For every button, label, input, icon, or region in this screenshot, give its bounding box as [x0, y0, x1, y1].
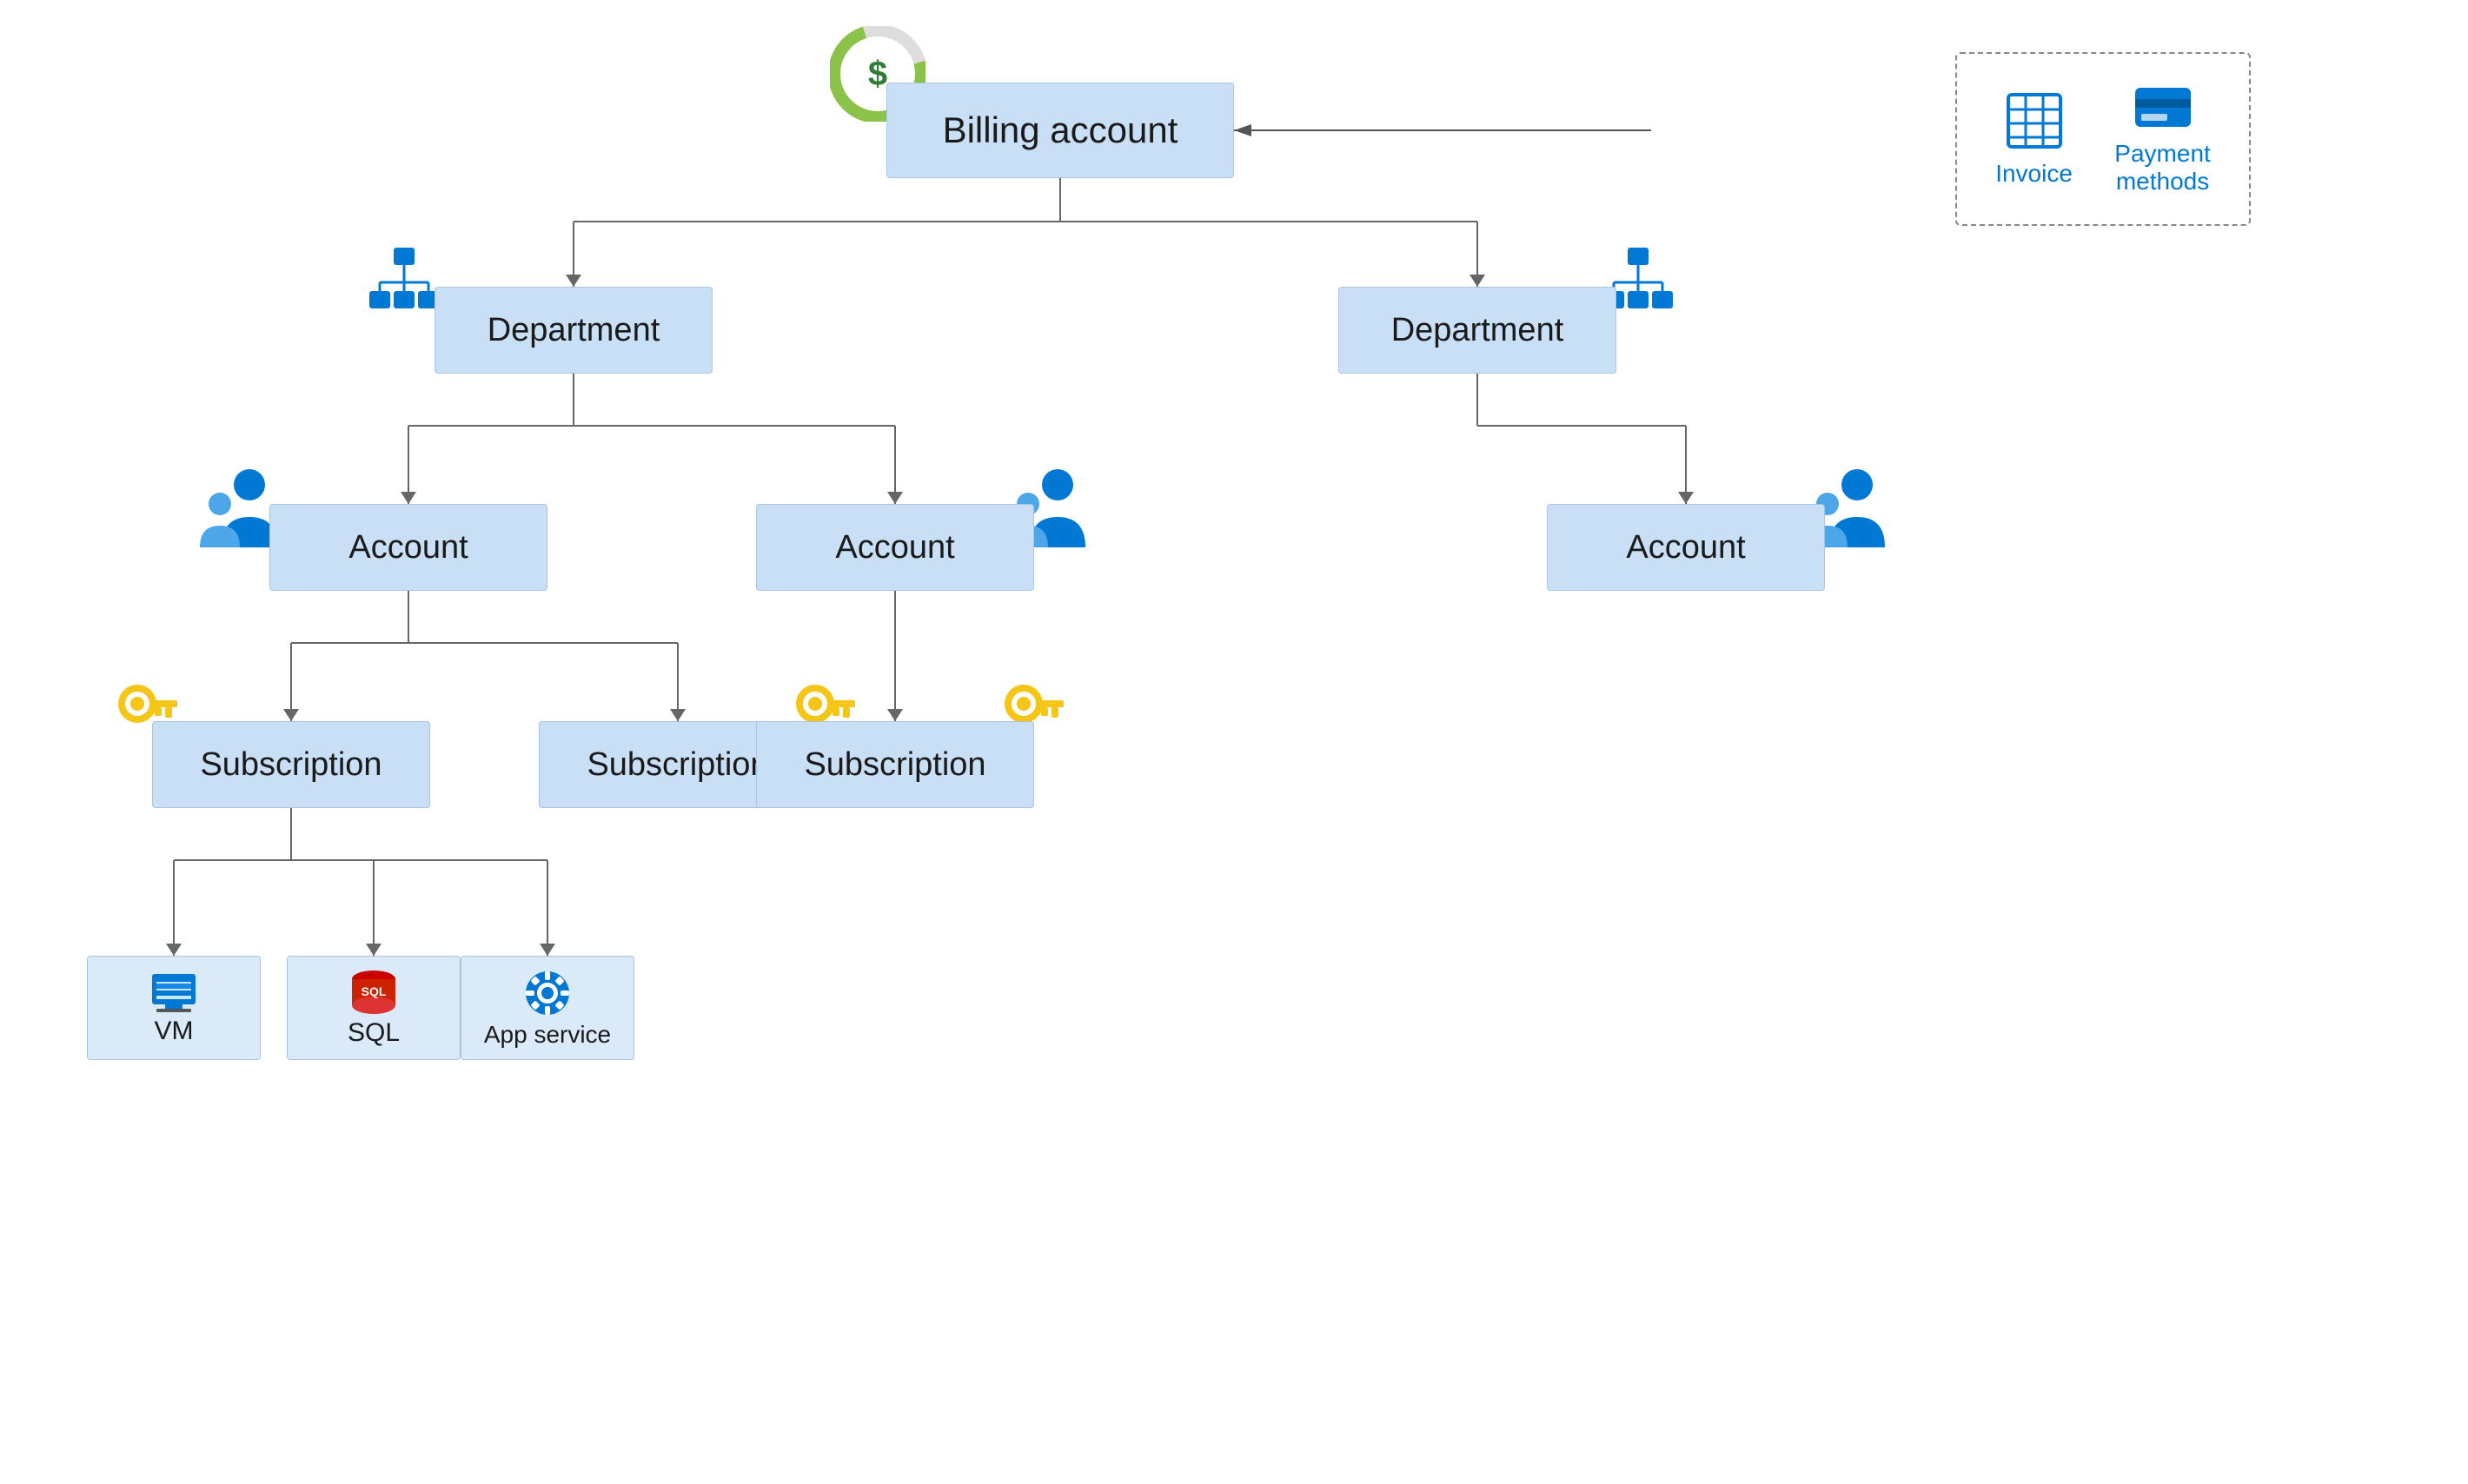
- svg-text:SQL: SQL: [362, 984, 387, 998]
- sql-label: SQL: [348, 1018, 400, 1048]
- app-service-label: App service: [484, 1021, 611, 1049]
- account2-node: Account: [756, 504, 1034, 591]
- app-service-node: App service: [461, 956, 634, 1060]
- dept1-label: Department: [488, 312, 660, 349]
- billing-account-label: Billing account: [943, 109, 1178, 151]
- account3-node: Account: [1547, 504, 1825, 591]
- sub2-label: Subscription: [587, 746, 768, 784]
- payment-label: Payment methods: [2114, 140, 2211, 195]
- invoice-payment-box: Invoice Payment methods: [1955, 52, 2251, 226]
- sql-node: SQL SQL: [287, 956, 461, 1060]
- svg-text:$: $: [868, 55, 887, 93]
- account1-node: Account: [269, 504, 547, 591]
- account2-label: Account: [835, 529, 954, 566]
- invoice-item: Invoice: [1995, 90, 2073, 188]
- sub1-node: Subscription: [152, 721, 430, 808]
- billing-account-node: Billing account: [886, 83, 1234, 178]
- sub3-label: Subscription: [804, 746, 985, 784]
- dept1-node: Department: [435, 287, 713, 374]
- diagram-container: $ Billing account Department: [0, 0, 2468, 1484]
- dept2-label: Department: [1391, 312, 1564, 349]
- vm-label: VM: [155, 1017, 194, 1046]
- payment-methods-item: Payment methods: [2114, 83, 2211, 195]
- sub1-label: Subscription: [200, 746, 381, 784]
- invoice-label: Invoice: [1995, 160, 2073, 188]
- vm-node: VM: [87, 956, 261, 1060]
- account3-label: Account: [1626, 529, 1745, 566]
- dept2-node: Department: [1338, 287, 1616, 374]
- account1-label: Account: [348, 529, 468, 566]
- dept1-icon: [365, 243, 443, 321]
- sub3-node: Subscription: [756, 721, 1034, 808]
